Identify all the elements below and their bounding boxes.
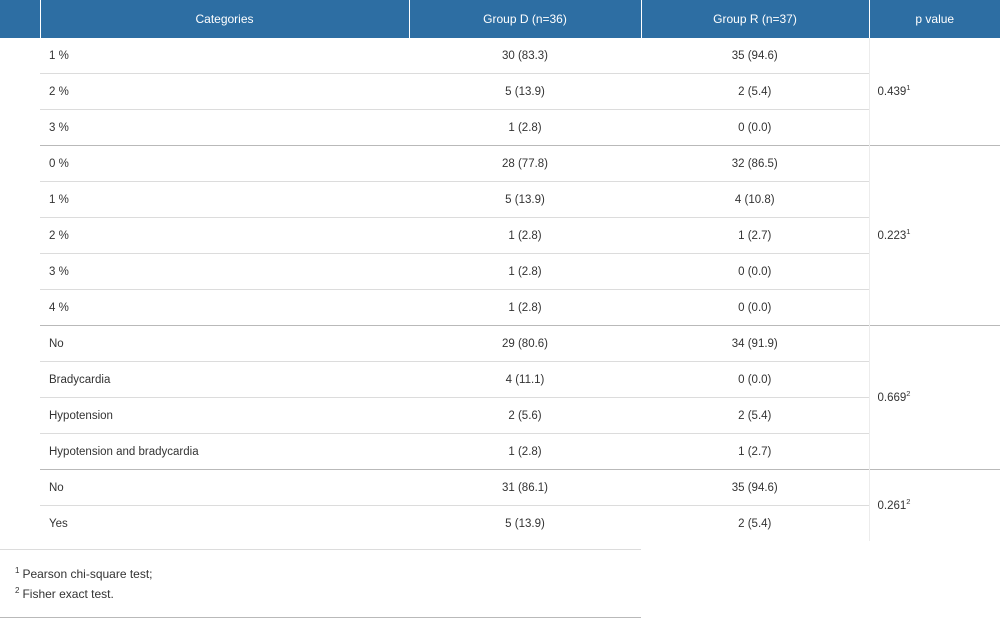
header-categories: Categories <box>39 0 409 38</box>
category-cell: 3 % <box>40 253 409 290</box>
group-d-cell: 1 (2.8) <box>409 433 641 470</box>
row-spacer <box>0 290 40 326</box>
category-cell: 2 % <box>40 73 409 110</box>
footnote-text: Pearson chi-square test; <box>22 567 153 581</box>
table-row: Hypotension and bradycardia 1 (2.8) 1 (2.7… <box>0 433 1000 470</box>
group-d-cell: 29 (80.6) <box>409 325 641 362</box>
category-cell: 2 % <box>40 217 409 254</box>
p-value-text: 0.669 <box>877 391 907 404</box>
group-d-cell: 5 (13.9) <box>409 73 641 110</box>
footnote-2: 2 Fisher exact test. <box>15 586 114 602</box>
category-cell: 1 % <box>40 181 409 218</box>
table-body: 1 % 30 (83.3) 35 (94.6) 0.4391 2 % 5 (13.9) 2 … <box>0 38 1000 541</box>
group-r-cell: 0 (0.0) <box>641 253 869 290</box>
category-cell: Yes <box>40 505 409 541</box>
category-cell: No <box>40 325 409 362</box>
row-spacer <box>0 110 40 146</box>
header-blank <box>0 0 40 38</box>
group-d-cell: 1 (2.8) <box>409 253 641 290</box>
header-group-d: Group D (n=36) <box>408 0 641 38</box>
header-group-r: Group R (n=37) <box>640 0 869 38</box>
group-d-cell: 1 (2.8) <box>409 109 641 146</box>
table-row: No 31 (86.1) 35 (94.6) 0.2612 <box>0 469 1000 541</box>
p-value-text: 0.439 <box>877 85 907 98</box>
group-r-cell: 0 (0.0) <box>641 289 869 326</box>
group-r-cell: 1 (2.7) <box>641 433 869 470</box>
group-r-cell: 32 (86.5) <box>641 145 869 182</box>
row-spacer <box>0 470 40 506</box>
group-r-cell: 35 (94.6) <box>641 469 869 506</box>
table-row: 2 % 5 (13.9) 2 (5.4) <box>0 73 1000 110</box>
row-spacer <box>0 146 40 182</box>
table-row: 3 % 1 (2.8) 0 (0.0) <box>0 253 1000 290</box>
group-r-cell: 0 (0.0) <box>641 361 869 398</box>
group-d-cell: 28 (77.8) <box>409 145 641 182</box>
group-d-cell: 30 (83.3) <box>501 49 549 62</box>
p-value-footnote-mark: 2 <box>906 496 911 506</box>
category-cell: 4 % <box>40 289 409 326</box>
group-r-cell: 4 (10.8) <box>641 181 869 218</box>
group-r-cell: 1 (2.7) <box>641 217 869 254</box>
header-p-value: p value <box>868 0 1000 38</box>
group-r-cell: 2 (5.4) <box>641 73 869 110</box>
table-row: 1 % 5 (13.9) 4 (10.8) <box>0 181 1000 218</box>
p-value-cell: 0.2612 <box>868 469 1000 541</box>
category-cell: 1 % <box>49 49 69 62</box>
table-row: Hypotension 2 (5.6) 2 (5.4) <box>0 397 1000 434</box>
group-d-cell: 2 (5.6) <box>409 397 641 434</box>
group-d-cell: 1 (2.8) <box>409 217 641 254</box>
table-row: 2 % 1 (2.8) 1 (2.7) <box>0 217 1000 254</box>
row-spacer <box>0 434 40 470</box>
footnote-text: Fisher exact test. <box>22 587 114 601</box>
p-value-cell: 0.4391 <box>868 38 1000 146</box>
footnote-mark: 2 <box>15 586 20 595</box>
row-spacer <box>0 326 40 362</box>
group-d-cell: 1 (2.8) <box>409 289 641 326</box>
group-r-cell: 0 (0.0) <box>641 109 869 146</box>
row-spacer <box>0 398 40 434</box>
row-spacer <box>0 254 40 290</box>
table-header-row: Categories Group D (n=36) Group R (n=37)… <box>0 0 1000 38</box>
row-spacer <box>0 74 40 110</box>
group-r-cell: 34 (91.9) <box>641 325 869 362</box>
p-value-cell: 0.2231 <box>868 145 1000 326</box>
row-spacer <box>0 218 40 254</box>
row-spacer <box>0 362 40 398</box>
group-d-cell: 4 (11.1) <box>409 361 641 398</box>
p-value-footnote-mark: 1 <box>906 226 911 236</box>
row-spacer <box>0 38 40 74</box>
footnote-mark: 1 <box>15 566 20 575</box>
group-r-cell: 2 (5.4) <box>641 397 869 434</box>
p-value-text: 0.261 <box>877 499 907 512</box>
table-footnotes: 1 Pearson chi-square test; 2 Fisher exact … <box>0 549 641 618</box>
category-cell: Hypotension <box>40 397 409 434</box>
category-cell: 0 % <box>40 145 409 182</box>
results-table: Categories Group D (n=36) Group R (n=37)… <box>0 0 1000 541</box>
group-r-cell: 2 (5.4) <box>641 505 869 541</box>
table-row: 1 % 30 (83.3) 35 (94.6) 0.4391 <box>0 38 1000 146</box>
table-row: 0 % 28 (77.8) 32 (86.5) 0.2231 <box>0 145 1000 326</box>
category-cell: Hypotension and bradycardia <box>40 433 409 470</box>
table-row: No 29 (80.6) 34 (91.9) 0.6692 <box>0 325 1000 470</box>
group-d-cell: 31 (86.1) <box>409 469 641 506</box>
p-value-text: 0.223 <box>877 229 907 242</box>
p-value-cell: 0.6692 <box>868 325 1000 470</box>
category-cell: Bradycardia <box>40 361 409 398</box>
category-cell: No <box>40 469 409 506</box>
p-value-footnote-mark: 2 <box>906 388 911 398</box>
p-value-footnote-mark: 1 <box>906 82 911 92</box>
category-cell: 3 % <box>40 109 409 146</box>
table-row: Bradycardia 4 (11.1) 0 (0.0) <box>0 361 1000 398</box>
footnote-1: 1 Pearson chi-square test; <box>15 566 153 582</box>
group-r-cell: 35 (94.6) <box>731 49 778 62</box>
table-row: Yes 5 (13.9) 2 (5.4) <box>0 505 1000 542</box>
table-row: 3 % 1 (2.8) 0 (0.0) <box>0 109 1000 146</box>
group-d-cell: 5 (13.9) <box>409 505 641 541</box>
row-spacer <box>0 182 40 218</box>
table-row: 4 % 1 (2.8) 0 (0.0) <box>0 289 1000 326</box>
group-d-cell: 5 (13.9) <box>409 181 641 218</box>
row-spacer <box>0 506 40 542</box>
